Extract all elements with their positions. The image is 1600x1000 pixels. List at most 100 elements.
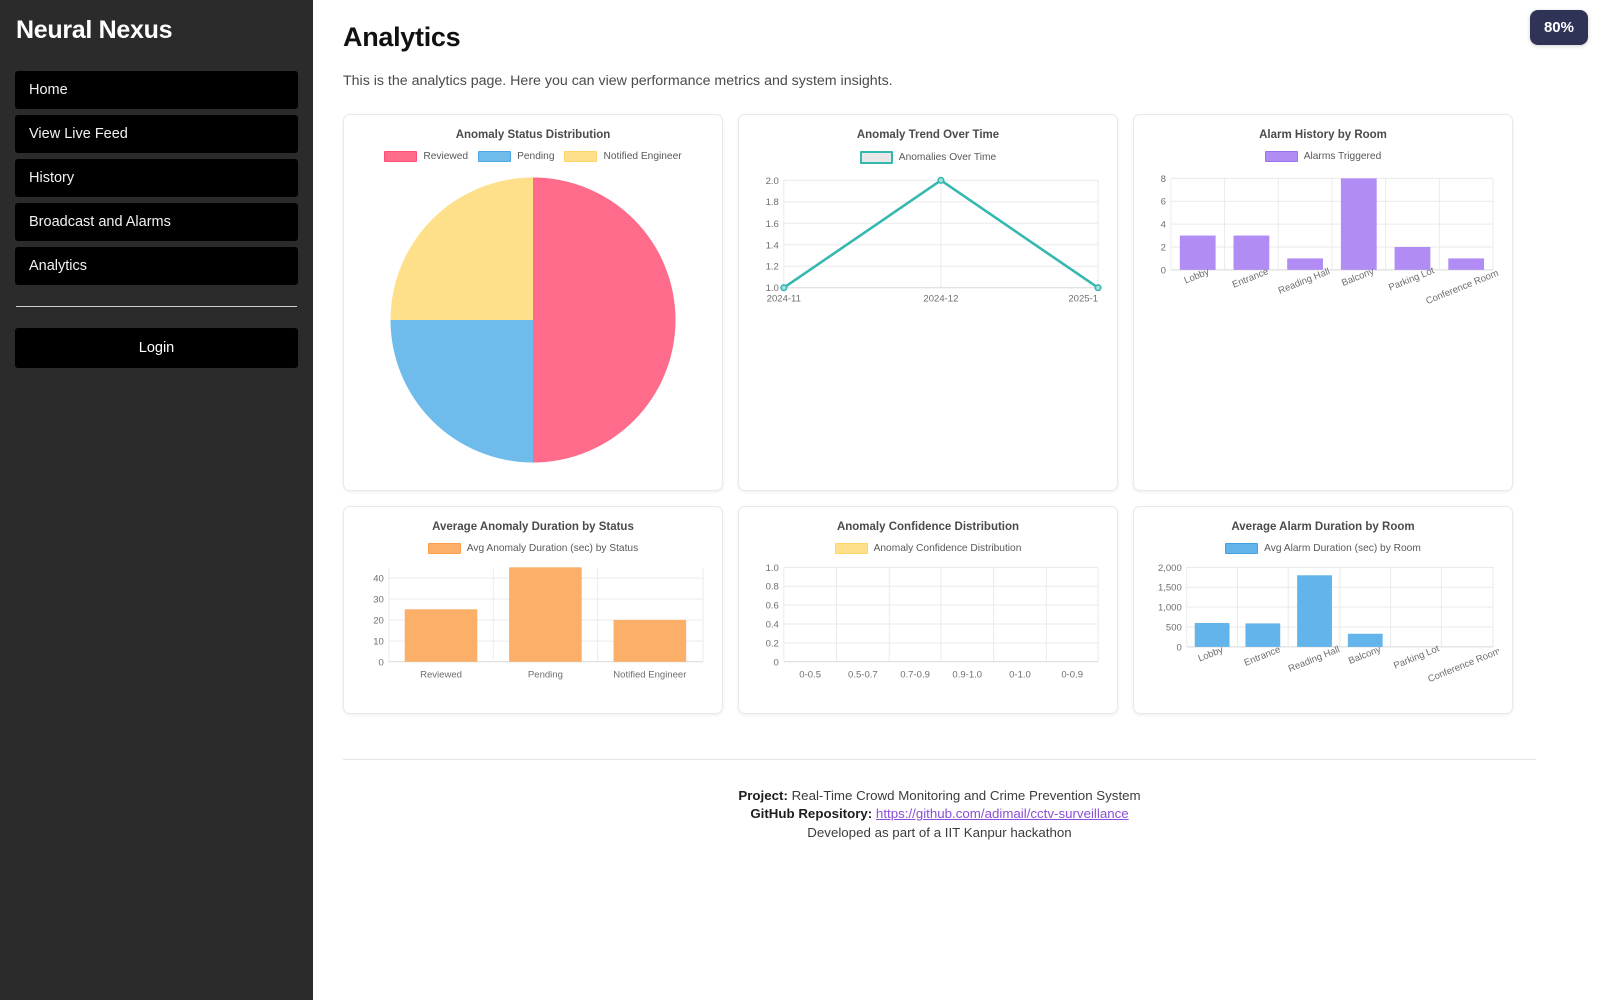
bar-pending[interactable] (509, 567, 582, 662)
legend-item-notified-engineer[interactable]: Notified Engineer (564, 151, 682, 162)
svg-text:0.2: 0.2 (766, 638, 779, 649)
footer-project-line: Project: Real-Time Crowd Monitoring and … (343, 787, 1536, 805)
svg-text:6: 6 (1161, 197, 1166, 208)
svg-text:Notified Engineer: Notified Engineer (613, 670, 687, 681)
chart-legend: Anomalies Over Time (752, 151, 1104, 164)
bar-entrance[interactable] (1245, 623, 1281, 647)
svg-text:4: 4 (1161, 220, 1167, 231)
legend-label-avg-anomaly-duration: Avg Anomaly Duration (sec) by Status (466, 543, 639, 554)
legend-swatch-avg-anomaly-duration (427, 543, 461, 554)
chart-legend: Avg Alarm Duration (sec) by Room (1147, 543, 1499, 554)
sidebar-nav: Home View Live Feed History Broadcast an… (15, 71, 298, 285)
legend-swatch-alarms-triggered (1264, 151, 1298, 162)
pie-slice-pending[interactable] (390, 320, 534, 463)
line-chart-svg[interactable]: 2.0 1.8 1.6 1.4 1.2 1.0 2024-11 2024-12 … (752, 172, 1104, 312)
line-point[interactable] (780, 284, 788, 292)
zoom-level-badge[interactable]: 80% (1529, 10, 1588, 45)
legend-label-avg-alarm-duration: Avg Alarm Duration (sec) by Room (1264, 543, 1421, 554)
bar-chart-area: 0 2 4 6 8 Lobby Entrance Reading Hall Ba… (1147, 170, 1499, 315)
line-chart-area: 2.0 1.8 1.6 1.4 1.2 1.0 2024-11 2024-12 … (752, 172, 1104, 312)
bar-lobby[interactable] (1179, 235, 1216, 270)
sidebar-item-broadcast-and-alarms[interactable]: Broadcast and Alarms (15, 203, 298, 241)
svg-text:500: 500 (1166, 622, 1182, 633)
sidebar-item-analytics[interactable]: Analytics (15, 247, 298, 285)
svg-text:2,000: 2,000 (1158, 563, 1182, 574)
sidebar-divider (16, 306, 297, 307)
bar-balcony[interactable] (1340, 178, 1377, 270)
svg-text:1.0: 1.0 (766, 283, 779, 294)
svg-text:2024-12: 2024-12 (923, 294, 958, 305)
chart-card-average-anomaly-duration-by-status: Average Anomaly Duration by Status Avg A… (343, 506, 723, 714)
legend-item-alarms-triggered[interactable]: Alarms Triggered (1264, 151, 1381, 162)
svg-text:2.0: 2.0 (766, 176, 779, 187)
legend-label-notified-engineer: Notified Engineer (603, 151, 682, 162)
page-title: Analytics (343, 22, 461, 52)
bar-chart-area: 0 10 20 30 40 Reviewed Pending Notified … (357, 562, 709, 688)
chart-title: Anomaly Status Distribution (455, 129, 611, 141)
svg-text:0-0.5: 0-0.5 (799, 670, 821, 681)
legend-swatch-anomaly-confidence (834, 543, 868, 554)
svg-text:Conference Room: Conference Room (1424, 268, 1499, 307)
bar-entrance[interactable] (1233, 235, 1270, 270)
svg-text:10: 10 (373, 637, 384, 648)
legend-label-pending: Pending (517, 151, 555, 162)
svg-text:0: 0 (379, 657, 384, 668)
legend-item-reviewed[interactable]: Reviewed (384, 151, 468, 162)
svg-text:Reading Hall: Reading Hall (1287, 644, 1342, 675)
svg-text:1.8: 1.8 (766, 197, 779, 208)
svg-text:Entrance: Entrance (1243, 644, 1282, 668)
pie-slice-reviewed[interactable] (533, 177, 676, 463)
bar-reading-hall[interactable] (1287, 258, 1323, 270)
chart-title: Average Alarm Duration by Room (1231, 521, 1415, 533)
legend-item-pending[interactable]: Pending (478, 151, 554, 162)
chart-title: Anomaly Confidence Distribution (836, 521, 1020, 533)
chart-card-anomaly-confidence-distribution: Anomaly Confidence Distribution Anomaly … (738, 506, 1118, 714)
pie-chart-svg[interactable] (383, 170, 683, 470)
svg-text:0-1.0: 0-1.0 (1009, 670, 1031, 681)
footer-project-value: Real-Time Crowd Monitoring and Crime Pre… (791, 788, 1141, 803)
github-repo-link[interactable]: https://github.com/adimail/cctv-surveill… (876, 806, 1129, 821)
sidebar-item-history[interactable]: History (15, 159, 298, 197)
bar-reading-hall[interactable] (1297, 575, 1332, 647)
chart-card-alarm-history-by-room: Alarm History by Room Alarms Triggered 0… (1133, 114, 1513, 491)
chart-card-anomaly-status-distribution: Anomaly Status Distribution Reviewed Pen… (343, 114, 723, 491)
legend-swatch-pending (478, 151, 512, 162)
sidebar-item-home[interactable]: Home (15, 71, 298, 109)
legend-label-reviewed: Reviewed (423, 151, 469, 162)
svg-text:0.9-1.0: 0.9-1.0 (952, 670, 982, 681)
footer-repo-line: GitHub Repository: https://github.com/ad… (343, 805, 1536, 823)
svg-text:0-0.9: 0-0.9 (1061, 670, 1083, 681)
line-point[interactable] (937, 176, 945, 184)
svg-text:0.4: 0.4 (766, 619, 780, 630)
bar-notified-engineer[interactable] (613, 619, 687, 662)
legend-swatch-reviewed (384, 151, 418, 162)
bar-parking-lot[interactable] (1394, 246, 1431, 270)
bar-lobby[interactable] (1194, 623, 1230, 647)
chart-legend: Alarms Triggered (1147, 151, 1499, 162)
legend-label-anomalies-over-time: Anomalies Over Time (898, 152, 997, 163)
line-point[interactable] (1094, 284, 1102, 292)
legend-item-avg-anomaly-duration[interactable]: Avg Anomaly Duration (sec) by Status (427, 543, 639, 554)
chart-legend: Reviewed Pending Notified Engineer (357, 151, 709, 162)
app-brand-title: Neural Nexus (16, 16, 173, 44)
bar-chart-svg[interactable]: 0 2 4 6 8 Lobby Entrance Reading Hall Ba… (1147, 170, 1499, 315)
bar-chart-svg[interactable]: 0 0.2 0.4 0.6 0.8 1.0 0-0.5 0.5-0.7 0.7-… (752, 562, 1104, 688)
svg-text:2: 2 (1161, 242, 1166, 253)
footer-credit-line: Developed as part of a IIT Kanpur hackat… (807, 824, 1072, 840)
bar-reviewed[interactable] (404, 609, 478, 662)
bar-conference-room[interactable] (1448, 258, 1485, 270)
svg-text:0.5-0.7: 0.5-0.7 (848, 670, 878, 681)
legend-item-anomalies-over-time[interactable]: Anomalies Over Time (859, 151, 997, 164)
sidebar-item-view-live-feed[interactable]: View Live Feed (15, 115, 298, 153)
svg-text:Lobby: Lobby (1197, 644, 1225, 664)
svg-text:Balcony: Balcony (1347, 644, 1383, 667)
svg-text:Pending: Pending (528, 670, 563, 681)
legend-item-avg-alarm-duration[interactable]: Avg Alarm Duration (sec) by Room (1225, 543, 1421, 554)
login-button[interactable]: Login (15, 328, 298, 368)
chart-legend: Avg Anomaly Duration (sec) by Status (357, 543, 709, 554)
pie-slice-notified-engineer[interactable] (390, 177, 534, 321)
page-subtitle: This is the analytics page. Here you can… (343, 73, 893, 89)
legend-item-anomaly-confidence[interactable]: Anomaly Confidence Distribution (834, 543, 1021, 554)
bar-chart-svg[interactable]: 0 10 20 30 40 Reviewed Pending Notified … (357, 562, 709, 688)
bar-chart-svg[interactable]: 0 500 1,000 1,500 2,000 Lobby Entrance R… (1147, 562, 1499, 688)
